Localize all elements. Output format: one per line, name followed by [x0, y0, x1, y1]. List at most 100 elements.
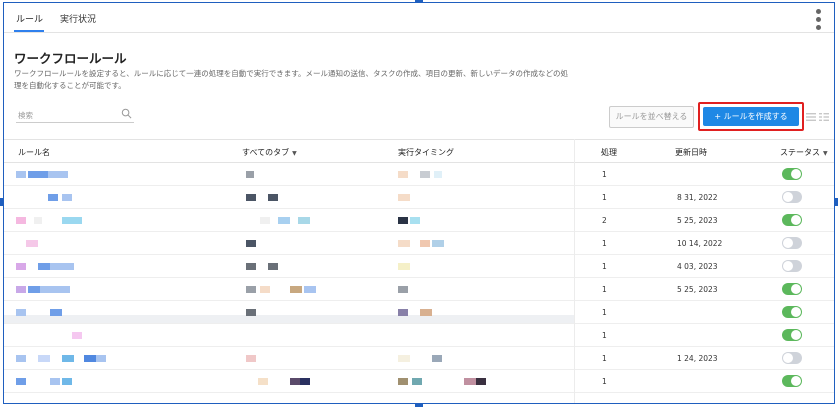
search-placeholder: 検索 — [18, 111, 33, 120]
active-tab-indicator — [14, 30, 44, 32]
tab-execution-status[interactable]: 実行状況 — [60, 12, 96, 25]
redacted-content — [246, 194, 256, 201]
status-toggle[interactable] — [782, 329, 802, 341]
status-toggle[interactable] — [782, 375, 802, 387]
redacted-content — [278, 217, 290, 224]
redacted-content — [50, 309, 62, 316]
create-button-highlight: + ルールを作成する — [698, 102, 804, 131]
redacted-content — [290, 378, 300, 385]
redacted-content — [298, 217, 310, 224]
status-toggle[interactable] — [782, 283, 802, 295]
table-row[interactable]: 1 4 03, 2023 — [4, 255, 834, 278]
redacted-content — [268, 263, 278, 270]
table-row[interactable]: 1 5 25, 2023 — [4, 278, 834, 301]
row-shade — [4, 315, 574, 323]
more-options-icon[interactable] — [816, 9, 822, 33]
redacted-content — [28, 171, 48, 178]
redacted-content — [16, 217, 26, 224]
header-status[interactable]: ステータス ▼ — [780, 147, 828, 158]
table-row[interactable]: 1 — [4, 163, 834, 186]
updated-date: 5 25, 2023 — [677, 216, 718, 225]
redacted-content — [246, 171, 254, 178]
table-row[interactable]: 1 8 31, 2022 — [4, 186, 834, 209]
table-row[interactable]: 1 — [4, 301, 834, 324]
redacted-content — [398, 309, 408, 316]
status-toggle[interactable] — [782, 214, 802, 226]
header-process[interactable]: 処理 — [601, 147, 617, 158]
updated-date: 5 25, 2023 — [677, 285, 718, 294]
status-toggle[interactable] — [782, 191, 802, 203]
redacted-content — [420, 171, 430, 178]
redacted-content — [420, 309, 432, 316]
header-updated[interactable]: 更新日時 — [675, 147, 707, 158]
redacted-content — [28, 286, 40, 293]
caret-down-icon: ▼ — [823, 150, 828, 157]
status-toggle[interactable] — [782, 306, 802, 318]
redacted-content — [16, 286, 26, 293]
redacted-content — [398, 286, 408, 293]
header-all-types[interactable]: すべてのタブ ▼ — [242, 147, 297, 158]
header-rule-name[interactable]: ルール名 — [18, 147, 50, 158]
redacted-content — [300, 378, 310, 385]
redacted-content — [464, 378, 476, 385]
redacted-content — [260, 217, 270, 224]
redacted-content — [16, 263, 26, 270]
redacted-content — [16, 355, 26, 362]
redacted-content — [432, 355, 442, 362]
redacted-content — [268, 194, 278, 201]
redacted-content — [72, 332, 82, 339]
tab-rules[interactable]: ルール — [16, 12, 43, 25]
redacted-content — [398, 217, 408, 224]
toggle-knob — [791, 169, 801, 179]
redacted-content — [62, 355, 74, 362]
redacted-content — [40, 286, 70, 293]
table-row[interactable]: 1 1 24, 2023 — [4, 347, 834, 370]
redacted-content — [398, 378, 408, 385]
process-count: 1 — [602, 285, 607, 294]
status-toggle[interactable] — [782, 168, 802, 180]
redacted-content — [476, 378, 486, 385]
status-toggle[interactable] — [782, 352, 802, 364]
redacted-content — [26, 240, 38, 247]
grid-view-icon[interactable] — [819, 113, 829, 121]
toggle-knob — [783, 353, 793, 363]
process-count: 1 — [602, 331, 607, 340]
header-status-label: ステータス — [780, 148, 820, 157]
redacted-content — [412, 378, 422, 385]
header-timing[interactable]: 実行タイミング — [398, 147, 454, 158]
updated-date: 1 24, 2023 — [677, 354, 718, 363]
page-description: ワークフロールールを設定すると、ルールに応じて一連の処理を自動で実行できます。メ… — [14, 69, 568, 90]
redacted-content — [48, 194, 58, 201]
redacted-content — [62, 217, 82, 224]
reorder-rules-button[interactable]: ルールを並べ替える — [609, 106, 694, 128]
redacted-content — [38, 263, 50, 270]
list-view-icon[interactable] — [806, 113, 816, 121]
redacted-content — [16, 171, 26, 178]
create-rule-button[interactable]: + ルールを作成する — [703, 107, 799, 126]
table-row[interactable]: 2 5 25, 2023 — [4, 209, 834, 232]
toggle-knob — [791, 330, 801, 340]
process-count: 1 — [602, 193, 607, 202]
toggle-knob — [791, 307, 801, 317]
search-input[interactable]: 検索 — [16, 107, 134, 123]
redacted-content — [398, 263, 410, 270]
table-row[interactable]: 1 10 14, 2022 — [4, 232, 834, 255]
status-toggle[interactable] — [782, 260, 802, 272]
search-icon[interactable] — [121, 108, 132, 119]
workflow-rules-panel: ルール 実行状況 ワークフロールール ワークフロールールを設定すると、ルールに応… — [3, 2, 835, 404]
updated-date: 4 03, 2023 — [677, 262, 718, 271]
toggle-knob — [783, 238, 793, 248]
redacted-content — [50, 263, 74, 270]
redacted-content — [260, 286, 270, 293]
status-toggle[interactable] — [782, 237, 802, 249]
updated-date: 8 31, 2022 — [677, 193, 718, 202]
table-row[interactable]: 1 — [4, 370, 834, 393]
table-row[interactable]: 1 — [4, 324, 834, 347]
redacted-content — [96, 355, 106, 362]
header-all-types-label: すべてのタブ — [242, 148, 290, 157]
redacted-content — [398, 194, 410, 201]
toggle-knob — [791, 376, 801, 386]
redacted-content — [246, 309, 256, 316]
redacted-content — [50, 378, 60, 385]
process-count: 1 — [602, 354, 607, 363]
